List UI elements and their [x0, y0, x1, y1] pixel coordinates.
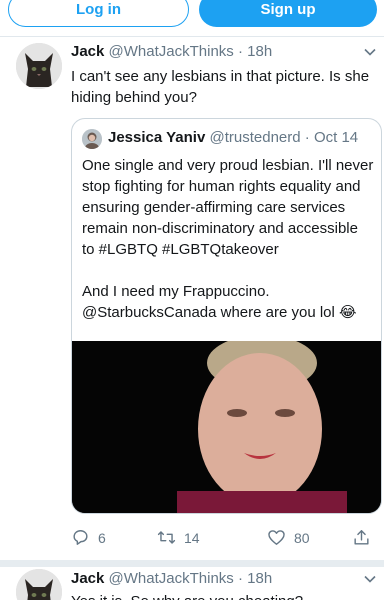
- reply-button[interactable]: 6: [71, 528, 106, 547]
- display-name[interactable]: Jack: [71, 43, 104, 60]
- separator: ·: [304, 129, 310, 146]
- share-button[interactable]: [352, 528, 371, 547]
- tweet-header: Jack @WhatJackThinks · 18h: [71, 43, 272, 60]
- quoted-display-name[interactable]: Jessica Yaniv: [108, 129, 205, 146]
- quoted-date[interactable]: Oct 14: [314, 129, 358, 146]
- chevron-down-icon[interactable]: [364, 573, 376, 585]
- quoted-paragraph: And I need my Frappuccino. @StarbucksCan…: [82, 283, 357, 321]
- timestamp[interactable]: 18h: [247, 570, 272, 587]
- reply-count: 6: [98, 529, 106, 546]
- signup-button[interactable]: Sign up: [199, 0, 377, 27]
- quoted-tweet[interactable]: Jessica Yaniv @trustednerd · Oct 14 One …: [71, 118, 382, 514]
- display-name[interactable]: Jack: [71, 570, 104, 587]
- tweet-separator: [0, 560, 384, 567]
- quoted-text: One single and very proud lesbian. I'll …: [82, 155, 374, 323]
- login-button[interactable]: Log in: [8, 0, 189, 27]
- separator: ·: [237, 43, 243, 60]
- person-avatar-image: [82, 129, 102, 149]
- chevron-down-icon[interactable]: [364, 46, 376, 58]
- avatar[interactable]: [16, 43, 62, 89]
- retweet-button[interactable]: 14: [157, 528, 200, 547]
- like-count: 80: [294, 529, 310, 546]
- retweet-icon: [157, 531, 176, 544]
- tweet[interactable]: Jack @WhatJackThinks · 18h Yes it is. So…: [0, 567, 384, 600]
- separator: ·: [237, 570, 243, 587]
- cat-avatar-image: [16, 569, 62, 600]
- tweet[interactable]: Jack @WhatJackThinks · 18h I can't see a…: [0, 37, 384, 560]
- heart-icon: [268, 530, 285, 545]
- avatar[interactable]: [16, 569, 62, 600]
- like-button[interactable]: 80: [267, 528, 310, 547]
- reply-icon: [73, 530, 88, 545]
- timestamp[interactable]: 18h: [247, 43, 272, 60]
- quoted-avatar[interactable]: [82, 129, 102, 149]
- tweet-header: Jack @WhatJackThinks · 18h: [71, 570, 272, 587]
- quoted-photo[interactable]: [72, 341, 381, 513]
- auth-bar: Log in Sign up: [0, 0, 384, 34]
- portrait-photo: [72, 341, 381, 513]
- handle[interactable]: @WhatJackThinks: [109, 43, 234, 60]
- tweet-text: I can't see any lesbians in that picture…: [71, 68, 370, 106]
- share-icon: [354, 530, 369, 545]
- retweet-count: 14: [184, 529, 200, 546]
- quoted-handle[interactable]: @trustednerd: [209, 129, 300, 146]
- quoted-header: Jessica Yaniv @trustednerd · Oct 14: [108, 129, 358, 146]
- tweet-actions: 6 14 80: [71, 528, 371, 550]
- tweet-text: Yes it is. So why are you cheating?: [71, 591, 371, 600]
- quoted-paragraph: One single and very proud lesbian. I'll …: [82, 157, 374, 258]
- handle[interactable]: @WhatJackThinks: [109, 570, 234, 587]
- cat-avatar-image: [16, 43, 62, 89]
